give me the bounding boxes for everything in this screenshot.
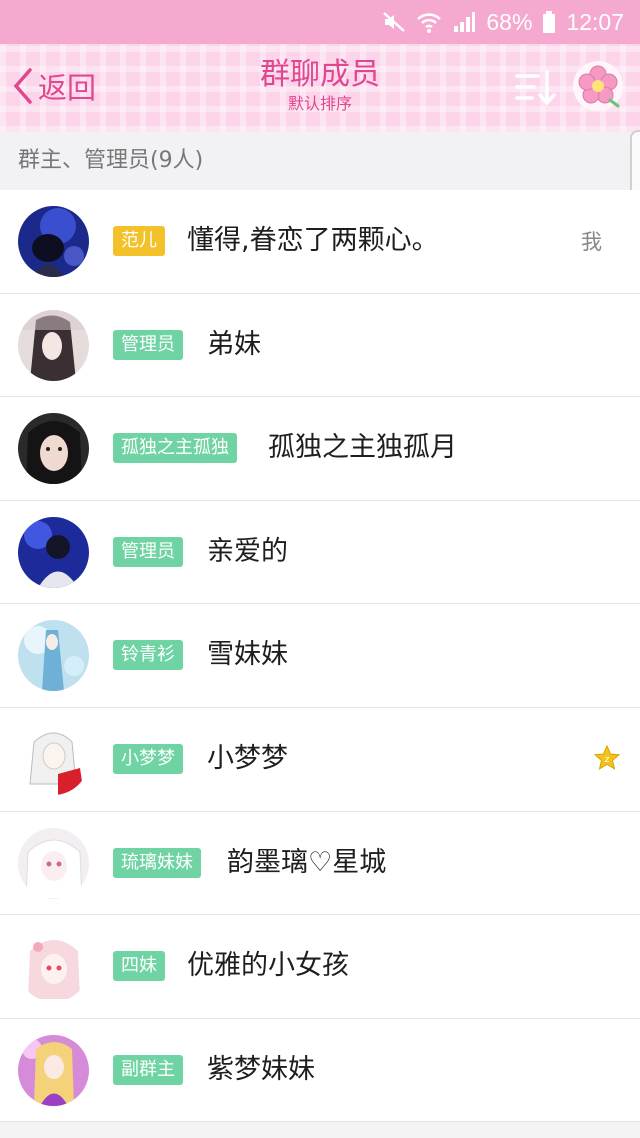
member-badge: 小梦梦 — [113, 743, 183, 774]
avatar — [18, 309, 89, 381]
back-button[interactable]: 返回 — [12, 66, 96, 106]
member-name: 孤独之主独孤月 — [268, 432, 457, 464]
sort-mode-label: 默认排序 — [287, 94, 352, 113]
wifi-icon — [416, 10, 442, 34]
avatar — [18, 413, 89, 485]
member-name: 雪妹妹 — [207, 639, 288, 671]
self-label: 我 — [581, 230, 602, 254]
member-row[interactable]: 范儿 懂得,眷恋了两颗心。 我 — [0, 190, 640, 294]
member-name: 亲爱的 — [207, 535, 288, 567]
title-block: 群聊成员 默认排序 — [170, 56, 470, 114]
back-label: 返回 — [38, 71, 97, 105]
member-name: 紫梦妹妹 — [207, 1053, 315, 1085]
sort-button[interactable] — [514, 68, 556, 108]
mute-icon — [382, 10, 406, 34]
member-badge: 管理员 — [113, 536, 183, 567]
member-list: 范儿 懂得,眷恋了两颗心。 我 管理员 弟妹 孤独之主孤独 孤独之主独孤月 管理… — [0, 190, 640, 1123]
status-bar: 68% 12:07 — [0, 0, 640, 44]
battery-icon — [542, 10, 556, 34]
page-title: 群聊成员 — [260, 57, 380, 92]
member-badge: 铃青衫 — [113, 640, 183, 671]
signal-icon — [452, 10, 476, 34]
avatar — [18, 931, 89, 1003]
sort-icon — [514, 70, 556, 112]
status-icons: 68% 12:07 — [382, 7, 624, 37]
member-badge: 范儿 — [113, 226, 165, 256]
chevron-left-icon — [12, 67, 34, 105]
member-row[interactable]: 小梦梦 小梦梦 — [0, 707, 640, 812]
flower-decoration-button[interactable] — [572, 60, 624, 112]
member-badge: 琉璃妹妹 — [113, 847, 201, 878]
member-name: 韵墨璃♡星城 — [227, 846, 387, 878]
battery-percent: 68% — [486, 8, 533, 35]
member-row[interactable]: 铃青衫 雪妹妹 — [0, 604, 640, 708]
member-row[interactable]: 管理员 亲爱的 — [0, 500, 640, 605]
clock: 12:07 — [566, 8, 624, 35]
avatar — [18, 723, 89, 795]
section-header: 群主、管理员(9人) — [0, 132, 640, 190]
avatar — [18, 620, 89, 692]
member-row[interactable]: 管理员 弟妹 — [0, 293, 640, 398]
member-row[interactable]: 四妹 优雅的小女孩 — [0, 915, 640, 1019]
member-name: 优雅的小女孩 — [187, 950, 349, 982]
avatar — [18, 1034, 89, 1106]
app-header: 返回 群聊成员 默认排序 — [0, 44, 640, 132]
avatar — [18, 206, 89, 277]
avatar — [18, 516, 89, 588]
member-badge: 副群主 — [113, 1054, 183, 1085]
member-name: 懂得,眷恋了两颗心。 — [187, 225, 439, 256]
member-row[interactable]: 琉璃妹妹 韵墨璃♡星城 — [0, 811, 640, 916]
member-name: 小梦梦 — [207, 742, 288, 774]
svg-text:z: z — [605, 755, 610, 765]
member-badge: 四妹 — [113, 951, 165, 982]
member-name: 弟妹 — [207, 328, 261, 360]
member-badge: 孤独之主孤独 — [113, 433, 237, 464]
bottom-strip — [0, 1125, 640, 1138]
avatar — [18, 827, 89, 899]
member-row[interactable]: 孤独之主孤独 孤独之主独孤月 — [0, 397, 640, 501]
star-icon: z — [593, 744, 621, 776]
member-row[interactable]: 副群主 紫梦妹妹 — [0, 1018, 640, 1123]
member-badge: 管理员 — [113, 329, 183, 360]
flower-icon — [572, 61, 624, 116]
